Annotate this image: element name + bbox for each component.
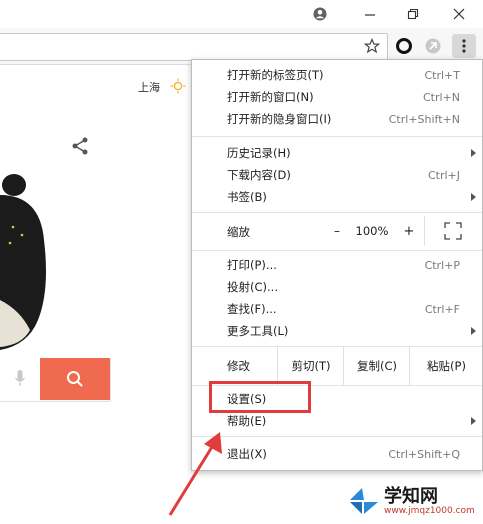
menu-divider — [192, 212, 482, 213]
settings-highlight-box — [209, 381, 311, 413]
menu-item-incognito[interactable]: 打开新的隐身窗口(I) Ctrl+Shift+N — [192, 108, 482, 130]
menu-label: 退出(X) — [227, 447, 267, 461]
weather-sun-icon — [170, 78, 186, 97]
menu-divider — [192, 436, 482, 437]
menu-label: 历史记录(H) — [227, 146, 291, 160]
menu-label: 书签(B) — [227, 190, 267, 204]
submenu-arrow-icon — [471, 149, 476, 157]
menu-item-find[interactable]: 查找(F)... Ctrl+F — [192, 298, 482, 320]
menu-label: 帮助(E) — [227, 414, 267, 428]
extension-disabled-icon[interactable] — [421, 34, 445, 58]
menu-item-history[interactable]: 历史记录(H) — [192, 142, 482, 164]
menu-label: 打开新的窗口(N) — [227, 90, 314, 104]
menu-item-help[interactable]: 帮助(E) — [192, 410, 482, 432]
profile-icon[interactable] — [300, 0, 340, 28]
restore-icon[interactable] — [393, 0, 433, 28]
menu-item-downloads[interactable]: 下载内容(D) Ctrl+J — [192, 164, 482, 186]
edit-label: 修改 — [227, 359, 250, 373]
doodle-illustration — [0, 165, 60, 353]
menu-item-print[interactable]: 打印(P)... Ctrl+P — [192, 254, 482, 276]
watermark-brand: 学知网 — [384, 486, 438, 507]
zoom-divider — [424, 216, 425, 246]
share-icon[interactable] — [70, 136, 90, 159]
zoom-label: 缩放 — [227, 225, 250, 239]
search-button[interactable] — [40, 358, 110, 400]
menu-shortcut: Ctrl+T — [424, 68, 460, 82]
address-bar[interactable] — [0, 33, 388, 61]
voice-search-icon[interactable] — [0, 358, 40, 400]
paste-button[interactable]: 粘贴(P) — [409, 347, 483, 385]
zoom-in-button[interactable]: + — [398, 220, 420, 242]
submenu-arrow-icon — [471, 193, 476, 201]
menu-divider — [192, 136, 482, 137]
menu-shortcut: Ctrl+Shift+N — [388, 112, 460, 126]
bookmark-star-icon[interactable] — [360, 34, 384, 58]
watermark: 学知网 www.jmqz1000.com — [348, 482, 480, 522]
menu-label: 打开新的标签页(T) — [227, 68, 324, 82]
zoom-out-button[interactable]: – — [326, 220, 348, 242]
location-label: 上海 — [138, 81, 160, 94]
menu-divider — [192, 250, 482, 251]
zoom-level: 100% — [355, 224, 389, 238]
menu-kebab-icon[interactable] — [452, 34, 476, 58]
annotation-arrow-icon — [168, 432, 222, 516]
menu-label: 查找(F)... — [227, 302, 277, 316]
menu-item-new-window[interactable]: 打开新的窗口(N) Ctrl+N — [192, 86, 482, 108]
menu-item-more-tools[interactable]: 更多工具(L) — [192, 320, 482, 342]
menu-item-bookmarks[interactable]: 书签(B) — [192, 186, 482, 208]
menu-item-exit[interactable]: 退出(X) Ctrl+Shift+Q — [192, 443, 482, 465]
extension-ring-icon[interactable] — [392, 34, 416, 58]
menu-label: 打印(P)... — [227, 258, 277, 272]
menu-label: 下载内容(D) — [227, 168, 291, 182]
logo-icon — [350, 488, 378, 514]
close-icon[interactable] — [439, 0, 479, 28]
menu-shortcut: Ctrl+F — [424, 302, 460, 316]
menu-shortcut: Ctrl+P — [424, 258, 460, 272]
submenu-arrow-icon — [471, 327, 476, 335]
copy-button[interactable]: 复制(C) — [343, 347, 410, 385]
menu-item-new-tab[interactable]: 打开新的标签页(T) Ctrl+T — [192, 64, 482, 86]
fullscreen-icon[interactable] — [444, 222, 462, 243]
menu-item-cast[interactable]: 投射(C)... — [192, 276, 482, 298]
menu-label: 更多工具(L) — [227, 324, 289, 338]
menu-label: 投射(C)... — [227, 280, 278, 294]
cut-button[interactable]: 剪切(T) — [277, 347, 344, 385]
menu-label: 打开新的隐身窗口(I) — [227, 112, 332, 126]
search-icon — [67, 371, 83, 387]
minimize-icon[interactable] — [350, 0, 390, 28]
watermark-url: www.jmqz1000.com — [384, 506, 475, 516]
submenu-arrow-icon — [471, 417, 476, 425]
menu-shortcut: Ctrl+N — [422, 90, 460, 104]
menu-shortcut: Ctrl+J — [427, 168, 460, 182]
menu-shortcut: Ctrl+Shift+Q — [388, 447, 460, 461]
